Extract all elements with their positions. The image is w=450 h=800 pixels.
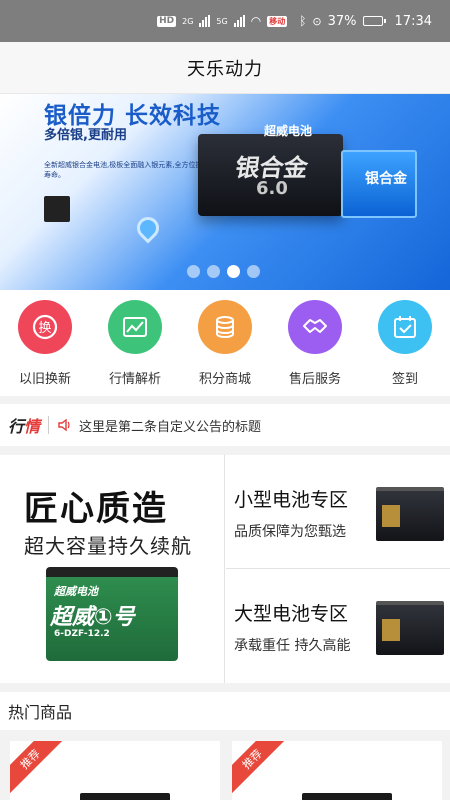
recommend-tag: 推荐	[239, 746, 265, 772]
small-battery-zone-title: 小型电池专区	[234, 489, 349, 511]
feature-after-sales[interactable]: 售后服务	[270, 290, 360, 396]
promo-quality-banner[interactable]: 匠心质造 超大容量持久续航 超威电池 超威①号 6-DZF-12.2	[0, 455, 225, 683]
calendar-check-icon	[378, 300, 432, 354]
banner-subline: 多倍银,更耐用	[44, 128, 127, 143]
carousel-dot[interactable]	[187, 265, 200, 278]
promo-left-title: 匠心质造	[24, 489, 168, 529]
banner-battery-small-image: 银合金	[341, 150, 417, 218]
feature-label: 售后服务	[288, 372, 341, 387]
battery-icon	[362, 16, 386, 26]
location-pin-icon	[132, 212, 164, 244]
divider	[48, 416, 50, 434]
banner-small-battery-label: 银合金	[365, 171, 407, 187]
large-battery-image	[376, 601, 444, 655]
promo-left-subtitle: 超大容量持久续航	[24, 534, 192, 558]
battery-percent: 37%	[327, 13, 357, 29]
feature-check-in[interactable]: 签到	[360, 290, 450, 396]
banner-carousel[interactable]: 银倍力 长效科技 多倍银,更耐用 全新超威银合金电池,极板全面融入银元素,全方位…	[0, 94, 450, 290]
banner-battery-version: 6.0	[256, 178, 288, 199]
banner-description: 全新超威银合金电池,极板全面融入银元素,全方位提升电池寿命。	[44, 161, 224, 179]
product-card[interactable]: 推荐	[10, 741, 220, 800]
large-battery-zone-subtitle: 承载重任 持久高能	[234, 638, 351, 654]
carousel-dot[interactable]	[247, 265, 260, 278]
hot-products-header: 热门商品	[0, 692, 450, 730]
status-bar: HD 2G 5G ◠ 移动 ᛒ ⊙ 37% 17:34	[0, 0, 450, 42]
trend-chart-icon	[108, 300, 162, 354]
small-battery-zone-subtitle: 品质保障为您甄选	[234, 524, 346, 540]
svg-text:换: 换	[38, 321, 51, 336]
feature-label: 签到	[391, 372, 418, 387]
product-image	[80, 793, 170, 800]
product-image	[302, 793, 392, 800]
promo-grid: 匠心质造 超大容量持久续航 超威电池 超威①号 6-DZF-12.2 小型电池专…	[0, 455, 450, 683]
recommend-tag: 推荐	[17, 746, 43, 772]
exchange-icon: 换	[18, 300, 72, 354]
feature-menu: 换 以旧换新 行情解析 积分商城 售后服务 签到	[0, 290, 450, 396]
bluetooth-icon: ᛒ	[299, 14, 307, 28]
small-battery-zone[interactable]: 小型电池专区 品质保障为您甄选	[226, 455, 450, 569]
recommend-ribbon: 推荐	[10, 741, 66, 795]
announcement-tag-part1: 行	[8, 417, 25, 436]
banner-qr-badge	[44, 196, 70, 222]
announcement-text: 这里是第二条自定义公告的标题	[79, 419, 262, 435]
network-type-1: 2G	[182, 16, 194, 26]
wifi-icon: ◠	[250, 14, 262, 28]
large-battery-zone[interactable]: 大型电池专区 承载重任 持久高能	[226, 569, 450, 683]
promo-battery-name: 超威①号	[50, 605, 135, 630]
network-type-2: 5G	[216, 16, 228, 26]
hot-products-list: 推荐 推荐	[0, 730, 450, 800]
promo-battery-image: 超威电池 超威①号 6-DZF-12.2	[46, 567, 178, 661]
banner-battery-image: 超威电池 银合金 6.0	[198, 124, 343, 216]
carousel-indicator	[187, 265, 260, 278]
large-battery-zone-title: 大型电池专区	[234, 603, 349, 625]
carousel-dot-active[interactable]	[227, 265, 240, 278]
announcement-tag: 行情	[8, 413, 40, 437]
signal-2-icon	[233, 15, 245, 27]
product-card[interactable]: 推荐	[232, 741, 442, 800]
feature-market-analysis[interactable]: 行情解析	[90, 290, 180, 396]
recommend-ribbon: 推荐	[232, 741, 288, 795]
feature-label: 以旧换新	[18, 372, 71, 387]
alarm-icon: ⊙	[312, 14, 322, 28]
feature-label: 行情解析	[108, 372, 161, 387]
feature-trade-in[interactable]: 换 以旧换新	[0, 290, 90, 396]
clock: 17:34	[394, 13, 432, 29]
signal-1-icon	[199, 15, 211, 27]
feature-label: 积分商城	[198, 372, 251, 387]
hot-products-title: 热门商品	[8, 703, 73, 722]
hd-indicator: HD	[157, 15, 177, 27]
title-bar: 天乐动力	[0, 42, 450, 94]
announcement-tag-part2: 情	[24, 417, 41, 436]
handshake-icon	[288, 300, 342, 354]
feature-points-mall[interactable]: 积分商城	[180, 290, 270, 396]
small-battery-image	[376, 487, 444, 541]
promo-battery-brand: 超威电池	[54, 585, 98, 598]
carousel-dot[interactable]	[207, 265, 220, 278]
page-title: 天乐动力	[187, 58, 263, 80]
coins-icon	[198, 300, 252, 354]
speaker-icon	[58, 418, 70, 432]
banner-battery-brand: 超威电池	[264, 124, 313, 138]
carrier-badge: 移动	[267, 15, 288, 27]
announcement-bar[interactable]: 行情 这里是第二条自定义公告的标题	[0, 404, 450, 446]
promo-battery-code: 6-DZF-12.2	[54, 629, 110, 639]
